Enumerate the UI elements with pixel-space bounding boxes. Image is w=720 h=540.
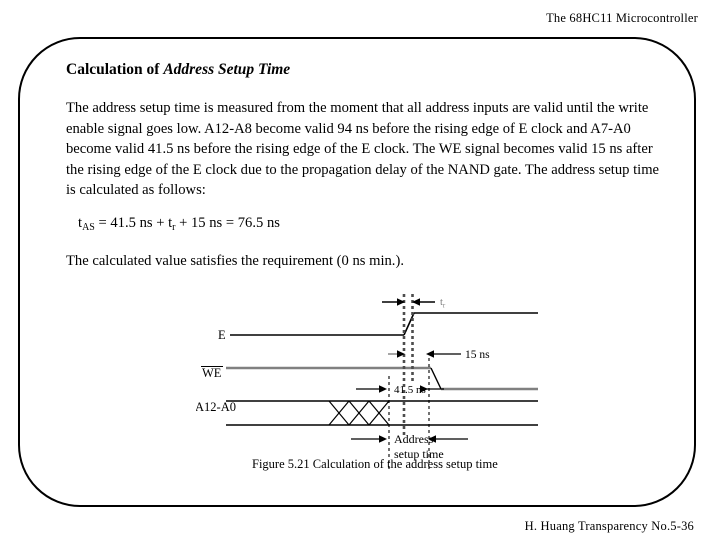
signal-label-e: E (218, 328, 226, 342)
equation-part-two: + 15 ns = 76.5 ns (175, 215, 280, 231)
waveform-address (226, 400, 538, 426)
annotation-we-delay: 15 ns (426, 349, 490, 361)
page-footer-text: H. Huang Transparency No.5-36 (524, 519, 694, 533)
page-title-emphasis: Address Setup Time (163, 61, 291, 78)
timing-diagram: E WE A12-A0 tr 15 ns 41.5 ns Address set… (196, 288, 546, 478)
page-title: Calculation of Address Setup Time (66, 61, 290, 79)
annotation-we-delay-label: 15 ns (465, 349, 490, 361)
body-paragraph-satisfies: The calculated value satisfies the requi… (66, 253, 404, 269)
annotation-rise-time-label: tr (440, 297, 446, 310)
equation-address-setup-time: tAS = 41.5 ns + tr + 15 ns = 76.5 ns (78, 215, 280, 233)
signal-label-we-group: WE (201, 365, 223, 380)
address-crossover-hatch (328, 400, 390, 426)
equation-part-one: = 41.5 ns + t (94, 215, 173, 231)
annotation-setup-time-label-line1: Address (394, 432, 434, 446)
signal-label-address: A12-A0 (196, 400, 236, 414)
waveform-e (230, 312, 538, 336)
page-title-plain: Calculation of (66, 61, 164, 78)
equation-lhs-subscript: AS (82, 222, 95, 233)
annotation-edge-tick (388, 350, 405, 358)
figure-caption: Figure 5.21 Calculation of the address s… (252, 457, 498, 471)
waveform-we (226, 366, 538, 391)
page-header-title: The 68HC11 Microcontroller (546, 11, 698, 25)
signal-label-we: WE (202, 366, 222, 380)
annotation-address-valid: 41.5 ns (356, 384, 444, 396)
annotation-rise-time: tr (382, 297, 446, 310)
body-paragraph-main: The address setup time is measured from … (66, 100, 660, 199)
